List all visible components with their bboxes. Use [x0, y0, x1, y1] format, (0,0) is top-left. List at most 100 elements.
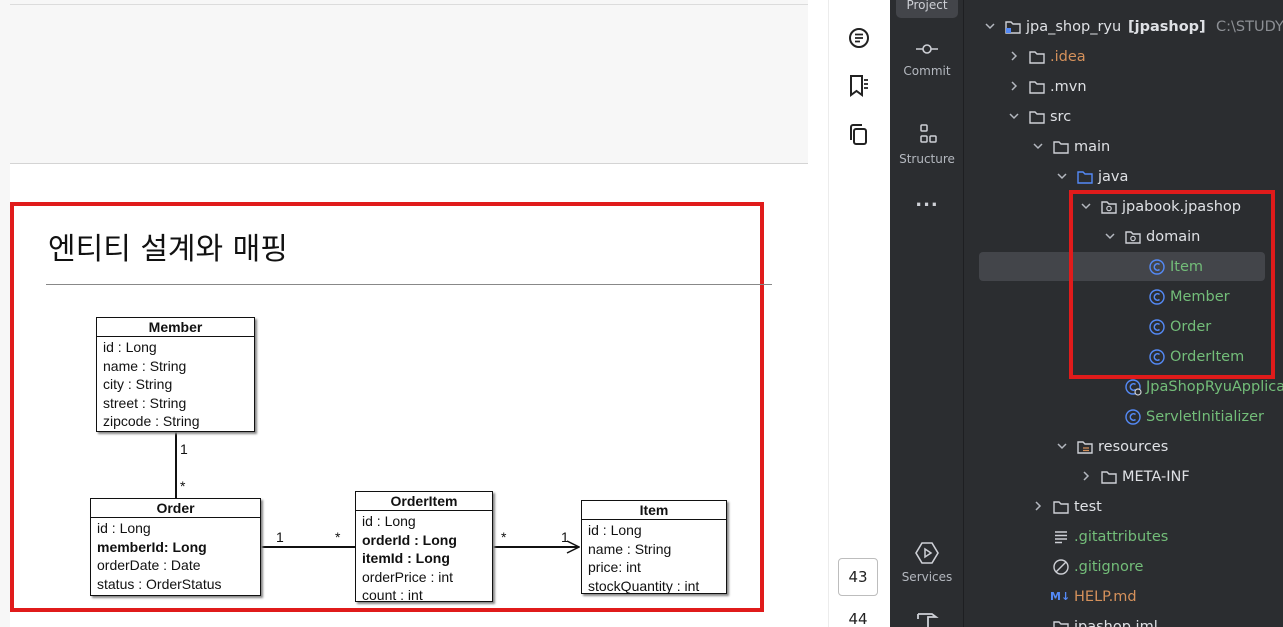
uml-class-item: Item id : Long name : String price: int …	[581, 500, 727, 594]
chevron-down-icon[interactable]	[984, 20, 996, 32]
tree-node[interactable]: META-INF	[964, 462, 1283, 492]
tree-node[interactable]: ServletInitializer	[964, 402, 1283, 432]
structure-label: Structure	[899, 152, 955, 166]
uml-attribute: orderDate : Date	[97, 557, 201, 573]
tree-node-label: .gitignore	[1074, 559, 1144, 575]
text-file-icon	[1055, 531, 1067, 544]
module-icon	[1005, 21, 1021, 34]
chevron-right-icon[interactable]	[1032, 500, 1044, 512]
previous-page	[10, 4, 808, 164]
tree-node[interactable]: src	[964, 102, 1283, 132]
tree-node-label: src	[1050, 109, 1072, 125]
member-order-line	[175, 432, 177, 498]
tree-node-label: java	[1098, 169, 1129, 185]
project-tool-button[interactable]: Project	[896, 0, 958, 18]
uml-attribute: id : Long	[97, 520, 151, 536]
chevron-down-icon[interactable]	[1032, 140, 1044, 152]
uml-attribute: zipcode : String	[103, 413, 200, 429]
multiplicity-label: 1	[276, 529, 284, 545]
commit-icon	[916, 44, 938, 54]
class-icon	[1125, 409, 1141, 425]
uml-attribute: city : String	[103, 376, 173, 392]
chevron-down-icon[interactable]	[1056, 170, 1068, 182]
folder-icon	[1101, 471, 1117, 484]
folder-icon	[1029, 81, 1045, 94]
folder-icon	[1029, 111, 1045, 124]
tree-node[interactable]: M↓ HELP.md	[964, 582, 1283, 612]
tree-node-label: .idea	[1050, 49, 1086, 65]
chevron-right-icon[interactable]	[1080, 470, 1092, 482]
tree-node[interactable]: jpashop.iml	[964, 612, 1283, 627]
tree-node[interactable]: test	[964, 492, 1283, 522]
spring-app-icon	[1125, 379, 1142, 396]
folder-icon	[1029, 51, 1045, 64]
resources-folder-icon	[1077, 441, 1093, 454]
bookmark-list-icon[interactable]	[846, 73, 872, 99]
tree-node[interactable]: main	[964, 132, 1283, 162]
uml-attribute: memberId: Long	[97, 538, 207, 555]
structure-tool-button[interactable]: Structure	[890, 122, 964, 166]
tree-node-label: JpaShopRyuApplica	[1146, 379, 1283, 395]
ignore-file-icon	[1053, 559, 1069, 575]
uml-class-member: Member id : Long name : String city : St…	[96, 317, 255, 432]
uml-attribute: itemId : Long	[362, 550, 450, 566]
tree-node-label: ServletInitializer	[1146, 409, 1264, 425]
tree-node[interactable]: .gitignore	[964, 552, 1283, 582]
viewer-margin	[808, 0, 828, 627]
tree-node-label: .mvn	[1050, 79, 1087, 95]
tree-node[interactable]: resources	[964, 432, 1283, 462]
uml-attribute: name : String	[103, 357, 187, 374]
tree-node[interactable]: .idea	[964, 42, 1283, 72]
tree-node-label: resources	[1098, 439, 1169, 455]
project-path: C:\STUDY\j	[1216, 19, 1283, 35]
tree-root-node[interactable]: jpa_shop_ryu [jpashop] C:\STUDY\j	[964, 12, 1283, 42]
uml-attribute: id : Long	[362, 513, 416, 529]
uml-class-name: Member	[97, 318, 254, 337]
services-tool-button[interactable]: Services	[890, 540, 964, 584]
uml-attribute: status : OrderStatus	[97, 575, 222, 592]
services-icon	[915, 542, 939, 564]
uml-attribute: orderPrice : int	[362, 568, 454, 585]
uml-class-name: Order	[91, 499, 260, 518]
ai-assistant-icon[interactable]	[846, 25, 872, 51]
module-name: [jpashop]	[1128, 19, 1206, 35]
page-number-next[interactable]: 44	[838, 610, 878, 627]
page-number-current[interactable]: 43	[838, 558, 878, 596]
chevron-right-icon[interactable]	[1008, 80, 1020, 92]
services-label: Services	[901, 570, 953, 584]
uml-attribute-list: id : Long name : String price: int stock…	[582, 520, 726, 596]
chevron-right-icon[interactable]	[1008, 50, 1020, 62]
uml-class-orderitem: OrderItem id : Long orderId : Long itemI…	[355, 491, 493, 603]
uml-attribute: street : String	[103, 394, 187, 411]
structure-icon	[920, 124, 937, 143]
tree-node-label: test	[1074, 499, 1102, 515]
folder-icon	[1053, 621, 1069, 627]
tree-node-label: META-INF	[1122, 469, 1190, 485]
commit-tool-button[interactable]: Commit	[890, 38, 964, 78]
uml-attribute: price: int	[588, 559, 641, 575]
tree-node-label: main	[1074, 139, 1111, 155]
uml-attribute: count : int	[362, 587, 423, 603]
project-name: jpa_shop_ryu	[1026, 19, 1122, 35]
more-tools-button[interactable]: ...	[890, 190, 964, 211]
chevron-down-icon[interactable]	[1008, 110, 1020, 122]
title-divider	[46, 284, 772, 285]
copy-icon[interactable]	[846, 122, 872, 148]
multiplicity-label: *	[180, 478, 186, 494]
uml-attribute-list: id : Long memberId: Long orderDate : Dat…	[91, 518, 260, 594]
chevron-down-icon[interactable]	[1056, 440, 1068, 452]
commit-label: Commit	[903, 64, 951, 78]
tree-node[interactable]: .gitattributes	[964, 522, 1283, 552]
build-icon[interactable]	[914, 610, 940, 627]
tree-node[interactable]: java	[964, 162, 1283, 192]
folder-icon	[1053, 141, 1069, 154]
uml-attribute-list: id : Long name : String city : String st…	[97, 337, 254, 432]
uml-attribute-list: id : Long orderId : Long itemId : Long o…	[356, 511, 492, 606]
multiplicity-label: 1	[561, 529, 569, 545]
tree-node-label: HELP.md	[1074, 589, 1137, 605]
uml-attribute: id : Long	[588, 522, 642, 538]
multiplicity-label: 1	[180, 441, 188, 457]
tree-node-label: .gitattributes	[1074, 529, 1169, 545]
tree-node[interactable]: .mvn	[964, 72, 1283, 102]
uml-class-name: Item	[582, 501, 726, 520]
